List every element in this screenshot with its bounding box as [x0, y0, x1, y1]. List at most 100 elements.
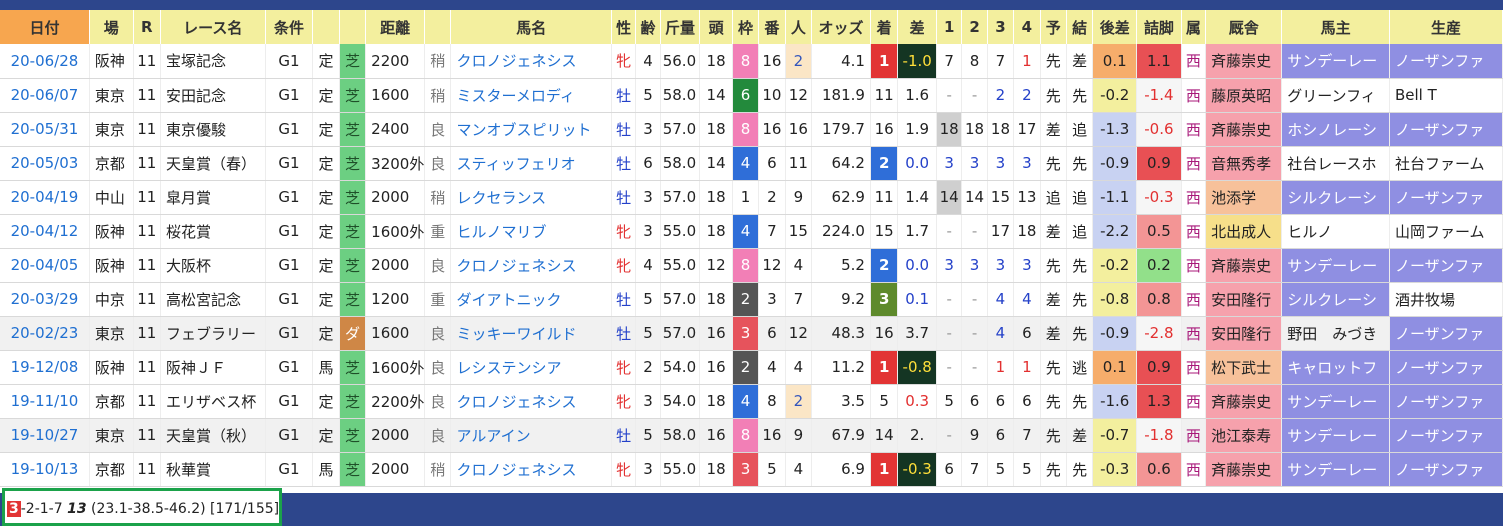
- cell-trainer: 藤原英昭: [1205, 78, 1283, 113]
- cell-horse[interactable]: ダイアトニック: [450, 282, 612, 317]
- column-header[interactable]: 属: [1181, 10, 1207, 44]
- cell-breeder: ノーザンファ: [1389, 316, 1503, 351]
- column-header[interactable]: 日付: [0, 10, 90, 44]
- cell-res: 先: [1066, 248, 1094, 283]
- cell-horse[interactable]: スティッフェリオ: [450, 146, 612, 181]
- column-header[interactable]: 斤量: [660, 10, 701, 44]
- column-header[interactable]: 3: [987, 10, 1015, 44]
- cell-r: 11: [133, 78, 161, 113]
- column-header[interactable]: 2: [961, 10, 988, 44]
- column-header[interactable]: 差: [897, 10, 937, 44]
- cell-date[interactable]: 20-05/31: [0, 112, 90, 147]
- table-row[interactable]: 20-04/12 阪神 11 桜花賞 G1 定芝 1600外重ヒルノマリブ牝 3 55.0 18 4…: [0, 214, 1503, 249]
- cell-horse[interactable]: クロノジェネシス: [450, 452, 612, 487]
- cell-horse[interactable]: レクセランス: [450, 180, 612, 215]
- cell-behind: -0.2: [1092, 248, 1138, 283]
- table-row[interactable]: 19-12/08 阪神 11 阪神ＪＦ G1 馬芝 1600外良レシステンシア牝 2 54.0 1…: [0, 350, 1503, 385]
- column-header[interactable]: 1: [936, 10, 963, 44]
- cell-c2: 8: [961, 44, 988, 79]
- column-header[interactable]: 性: [611, 10, 637, 44]
- cell-horse[interactable]: クロノジェネシス: [450, 384, 612, 419]
- table-row[interactable]: 20-05/31 東京 11 東京優駿 G1 定芝 2400 良マンオブスピリット牡 3 57.0…: [0, 112, 1503, 147]
- column-header[interactable]: 馬主: [1281, 10, 1390, 44]
- cell-c1: -: [936, 282, 963, 317]
- table-row[interactable]: 20-06/07 東京 11 安田記念 G1 定芝 1600 稍ミスターメロディ牡 5 58.0 1…: [0, 78, 1503, 113]
- cell-date[interactable]: 20-06/28: [0, 44, 90, 79]
- cell-age: 5: [635, 316, 661, 351]
- cell-date[interactable]: 20-04/05: [0, 248, 90, 283]
- cell-frame: 8: [732, 112, 760, 147]
- cell-horse[interactable]: マンオブスピリット: [450, 112, 612, 147]
- table-row[interactable]: 19-10/27 東京 11 天皇賞（秋） G1 定芝 2000 良アルアイン牡 5 58.0 16…: [0, 418, 1503, 453]
- cell-r: 11: [133, 248, 161, 283]
- cell-horse[interactable]: クロノジェネシス: [450, 44, 612, 79]
- cell-pred: 差: [1040, 282, 1067, 317]
- cell-field: 14: [699, 146, 733, 181]
- cell-owner: サンデーレー: [1281, 384, 1390, 419]
- column-header[interactable]: 頭: [699, 10, 733, 44]
- cell-race: 秋華賞: [160, 452, 266, 487]
- cell-date[interactable]: 19-10/27: [0, 418, 90, 453]
- cell-date[interactable]: 20-06/07: [0, 78, 90, 113]
- cell-odds: 5.2: [811, 248, 871, 283]
- table-row[interactable]: 20-03/29 中京 11 高松宮記念 G1 定芝 1200 重ダイアトニック牡 5 57.0 1…: [0, 282, 1503, 317]
- cell-trainer: 松下武士: [1205, 350, 1283, 385]
- column-header[interactable]: 4: [1013, 10, 1041, 44]
- table-row[interactable]: 19-11/10 京都 11 エリザベス杯 G1 定芝 2200外良クロノジェネシス牝 3 54…: [0, 384, 1503, 419]
- cell-horse[interactable]: レシステンシア: [450, 350, 612, 385]
- table-row[interactable]: 20-05/03 京都 11 天皇賞（春） G1 定芝 3200外良スティッフェリオ牡 6 58…: [0, 146, 1503, 181]
- column-header[interactable]: R: [133, 10, 161, 44]
- cell-race: 皐月賞: [160, 180, 266, 215]
- cell-grade: G1: [265, 350, 314, 385]
- cell-date[interactable]: 20-03/29: [0, 282, 90, 317]
- column-header[interactable]: 距離: [365, 10, 426, 44]
- cell-horse[interactable]: ミスターメロディ: [450, 78, 612, 113]
- cell-dist: 1600外: [365, 350, 426, 385]
- column-header[interactable]: 着: [870, 10, 899, 44]
- column-header[interactable]: 後差: [1092, 10, 1138, 44]
- column-header[interactable]: 人: [785, 10, 813, 44]
- cell-c3: 17: [987, 214, 1015, 249]
- column-header[interactable]: 詰脚: [1136, 10, 1182, 44]
- column-header[interactable]: 結: [1066, 10, 1094, 44]
- cell-date[interactable]: 20-02/23: [0, 316, 90, 351]
- cell-owner: サンデーレー: [1281, 418, 1390, 453]
- column-header[interactable]: [424, 10, 452, 44]
- table-row[interactable]: 20-02/23 東京 11 フェブラリー G1 定ダ 1600 良ミッキーワイルド牡 5 57.…: [0, 316, 1503, 351]
- column-header[interactable]: 齢: [635, 10, 661, 44]
- cell-pred: 先: [1040, 452, 1067, 487]
- cell-horse[interactable]: ミッキーワイルド: [450, 316, 612, 351]
- cell-sex: 牝: [611, 214, 637, 249]
- column-header[interactable]: [339, 10, 367, 44]
- cell-track: 阪神: [89, 44, 134, 79]
- table-row[interactable]: 20-06/28 阪神 11 宝塚記念 G1 定芝 2200 稍クロノジェネシス牝 4 56.0 1…: [0, 44, 1503, 79]
- cell-breeder: 酒井牧場: [1389, 282, 1503, 317]
- column-header[interactable]: 枠: [732, 10, 760, 44]
- cell-horse[interactable]: アルアイン: [450, 418, 612, 453]
- column-header[interactable]: 厩舎: [1205, 10, 1283, 44]
- table-row[interactable]: 19-10/13 京都 11 秋華賞 G1 馬芝 2000 稍クロノジェネシス牝 3 55.0 18…: [0, 452, 1503, 487]
- cell-horse[interactable]: クロノジェネシス: [450, 248, 612, 283]
- cell-date[interactable]: 19-10/13: [0, 452, 90, 487]
- cell-date[interactable]: 19-12/08: [0, 350, 90, 385]
- column-header[interactable]: レース名: [160, 10, 266, 44]
- column-header[interactable]: 生産: [1389, 10, 1503, 44]
- cell-date[interactable]: 20-04/19: [0, 180, 90, 215]
- table-row[interactable]: 20-04/05 阪神 11 大阪杯 G1 定芝 2000 良クロノジェネシス牝 4 55.0 12…: [0, 248, 1503, 283]
- column-header[interactable]: 番: [758, 10, 786, 44]
- cell-horse[interactable]: ヒルノマリブ: [450, 214, 612, 249]
- column-header[interactable]: オッズ: [811, 10, 871, 44]
- cell-date[interactable]: 19-11/10: [0, 384, 90, 419]
- column-header[interactable]: [312, 10, 340, 44]
- column-header[interactable]: 予: [1040, 10, 1067, 44]
- cell-date[interactable]: 20-05/03: [0, 146, 90, 181]
- column-header[interactable]: 条件: [265, 10, 314, 44]
- cell-dist: 2000: [365, 418, 426, 453]
- table-row[interactable]: 20-04/19 中山 11 皐月賞 G1 定芝 2000 稍レクセランス牡 3 57.0 18 1 2…: [0, 180, 1503, 215]
- column-header[interactable]: 場: [89, 10, 134, 44]
- column-header[interactable]: 馬名: [450, 10, 612, 44]
- cell-final: 0.9: [1136, 350, 1182, 385]
- cell-date[interactable]: 20-04/12: [0, 214, 90, 249]
- cell-c2: 9: [961, 418, 988, 453]
- cell-c2: 3: [961, 146, 988, 181]
